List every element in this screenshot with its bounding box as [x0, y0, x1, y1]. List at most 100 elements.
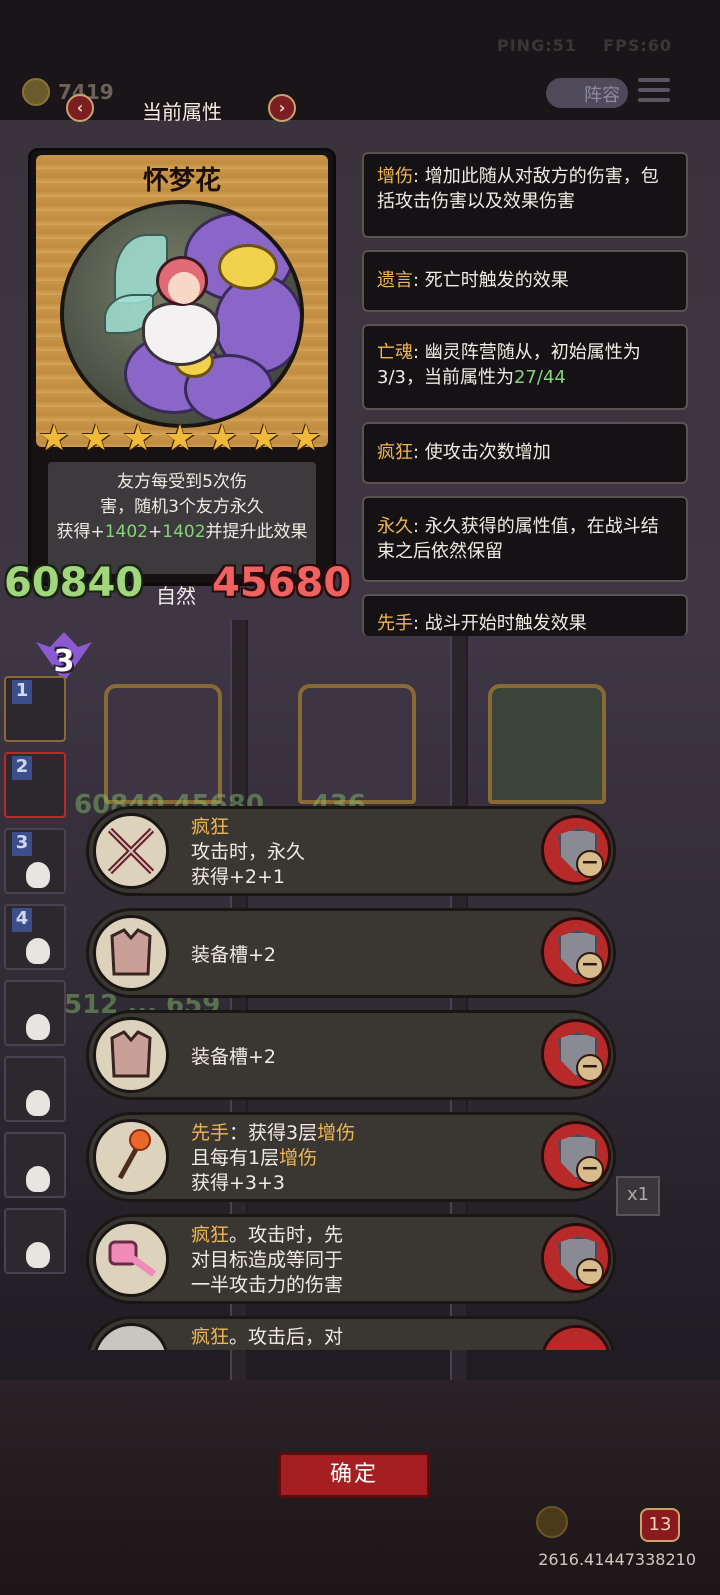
- formation-label: 阵容: [584, 85, 620, 106]
- crossed-swords-icon: [93, 813, 169, 889]
- slot-number: 3: [12, 832, 32, 856]
- keyword-name: 亡魂: [377, 342, 413, 363]
- keyword-text: : 死亡时触发的效果: [413, 270, 569, 291]
- keyword-name: 增伤: [377, 166, 413, 187]
- star-icon: ★: [205, 418, 239, 459]
- menu-icon[interactable]: [638, 78, 670, 106]
- keyword-panel: 疯狂: 使攻击次数增加: [362, 422, 688, 484]
- skull-icon: [26, 1090, 50, 1116]
- slot-8[interactable]: [4, 1208, 66, 1274]
- keyword-text: : 增加此随从对敌方的伤害，包括攻击伤害以及效果伤害: [377, 166, 659, 212]
- board-minion-card[interactable]: [298, 684, 416, 804]
- equipment-row: 疯狂。攻击后，对: [86, 1316, 616, 1350]
- star-icon: ★: [37, 418, 71, 459]
- minus-icon: −: [576, 1054, 604, 1082]
- desc-line: 害，随机3个友方永久: [100, 497, 264, 517]
- star-icon: ★: [163, 418, 197, 459]
- equipment-keyword: 疯狂: [191, 816, 230, 838]
- keyword-panel: 永久: 永久获得的属性值，在战斗结束之后依然保留: [362, 496, 688, 582]
- slot-number: 1: [12, 680, 32, 704]
- remove-equipment-button[interactable]: [541, 1325, 611, 1350]
- fps-text: FPS:60: [603, 36, 672, 55]
- keyword-text: : 幽灵阵营随从，初始属性为3/3，当前属性为: [377, 342, 641, 388]
- equipment-row: 装备槽+2 −: [86, 908, 616, 998]
- minus-icon: −: [576, 850, 604, 878]
- card-description: 友方每受到5次伤 害，随机3个友方永久 获得+1402+1402并提升此效果: [48, 462, 316, 574]
- blade-icon: [93, 1323, 169, 1350]
- desc-value-2: 1402: [162, 522, 206, 542]
- equipment-row: 装备槽+2 −: [86, 1010, 616, 1100]
- equipment-line: 装备槽+2: [191, 1046, 277, 1068]
- slot-5[interactable]: [4, 980, 66, 1046]
- star-icon: ★: [247, 418, 281, 459]
- formation-button[interactable]: 阵容: [546, 78, 628, 108]
- page-title: 当前属性: [142, 100, 222, 124]
- desc-value-1: 1402: [104, 522, 148, 542]
- slot-1[interactable]: 1: [4, 676, 66, 742]
- debug-readout: 2616.41447338210: [538, 1550, 696, 1569]
- currency-icon: [536, 1506, 568, 1538]
- star-icon: ★: [79, 418, 113, 459]
- remove-equipment-button[interactable]: −: [541, 815, 611, 885]
- equipment-line: 一半攻击力的伤害: [191, 1274, 344, 1296]
- equipment-line: 疯狂。攻击时，先: [191, 1224, 344, 1246]
- keyword-panel: 亡魂: 幽灵阵营随从，初始属性为3/3，当前属性为27/44: [362, 324, 688, 410]
- armor-icon: [93, 915, 169, 991]
- equipment-row: 疯狂 攻击时，永久 获得+2+1 −: [86, 806, 616, 896]
- minus-icon: −: [576, 952, 604, 980]
- slot-number: 4: [12, 908, 32, 932]
- slot-number: 2: [12, 756, 32, 780]
- keyword-panel: 先手: 战斗开始时触发效果: [362, 594, 688, 636]
- next-arrow-button[interactable]: ›: [268, 94, 296, 122]
- remove-equipment-button[interactable]: −: [541, 1121, 611, 1191]
- armor-icon: [93, 1017, 169, 1093]
- equipment-list-clip: 疯狂。攻击后，对: [86, 1316, 616, 1350]
- equipment-row: 疯狂。攻击时，先 对目标造成等同于 一半攻击力的伤害 −: [86, 1214, 616, 1304]
- health-value: 45680: [212, 560, 352, 606]
- minus-icon: −: [576, 1258, 604, 1286]
- equipment-line: 疯狂。攻击后，对: [191, 1326, 344, 1348]
- ping-text: PING:51: [497, 36, 577, 55]
- keyword-name: 疯狂: [377, 442, 413, 463]
- confirm-button[interactable]: 确定: [278, 1452, 430, 1498]
- tribe-label: 自然: [156, 584, 196, 608]
- keyword-text: : 永久获得的属性值，在战斗结束之后依然保留: [377, 516, 659, 562]
- remove-equipment-button[interactable]: −: [541, 917, 611, 987]
- equipment-description: 疯狂 攻击时，永久 获得+2+1: [191, 815, 305, 890]
- remove-equipment-button[interactable]: −: [541, 1019, 611, 1089]
- keyword-panel: 遗言: 死亡时触发的效果: [362, 250, 688, 312]
- remove-equipment-button[interactable]: −: [541, 1223, 611, 1293]
- slot-4[interactable]: 4: [4, 904, 66, 970]
- card-name: 怀梦花: [142, 166, 221, 196]
- skull-icon: [26, 938, 50, 964]
- speed-button[interactable]: x1: [616, 1176, 660, 1216]
- slot-6[interactable]: [4, 1056, 66, 1122]
- equipment-description: 疯狂。攻击时，先 对目标造成等同于 一半攻击力的伤害: [191, 1223, 343, 1298]
- slot-2[interactable]: 2: [4, 752, 66, 818]
- skull-icon: [26, 1166, 50, 1192]
- keyword-panel: 增伤: 增加此随从对敌方的伤害，包括攻击伤害以及效果伤害: [362, 152, 688, 238]
- level-badge: 13: [640, 1508, 680, 1542]
- star-icon: ★: [121, 418, 155, 459]
- keyword-value: 27/44: [513, 367, 566, 388]
- hammer-icon: [93, 1221, 169, 1297]
- keyword-text: : 使攻击次数增加: [413, 442, 551, 463]
- keyword-text: : 战斗开始时触发效果: [413, 613, 587, 634]
- coin-counter: 7419: [22, 78, 114, 106]
- slot-7[interactable]: [4, 1132, 66, 1198]
- equipment-line: 获得+3+3: [191, 1172, 286, 1194]
- equipment-line: 先手：获得3层增伤: [191, 1122, 356, 1144]
- equipment-line: 对目标造成等同于: [191, 1249, 344, 1271]
- skull-icon: [26, 1242, 50, 1268]
- equipment-description: 先手：获得3层增伤 且每有1层增伤 获得+3+3: [191, 1121, 355, 1196]
- equipment-line: 装备槽+2: [191, 944, 277, 966]
- slot-3[interactable]: 3: [4, 828, 66, 894]
- board-minion-card[interactable]: [104, 684, 222, 804]
- skull-icon: [26, 1014, 50, 1040]
- fairy-flower-portrait: [60, 200, 304, 428]
- desc-line: 友方每受到5次伤: [117, 472, 247, 492]
- equipment-row: 先手：获得3层增伤 且每有1层增伤 获得+3+3 −: [86, 1112, 616, 1202]
- prev-arrow-button[interactable]: ‹: [66, 94, 94, 122]
- skull-icon: [26, 862, 50, 888]
- board-minion-card[interactable]: [488, 684, 606, 804]
